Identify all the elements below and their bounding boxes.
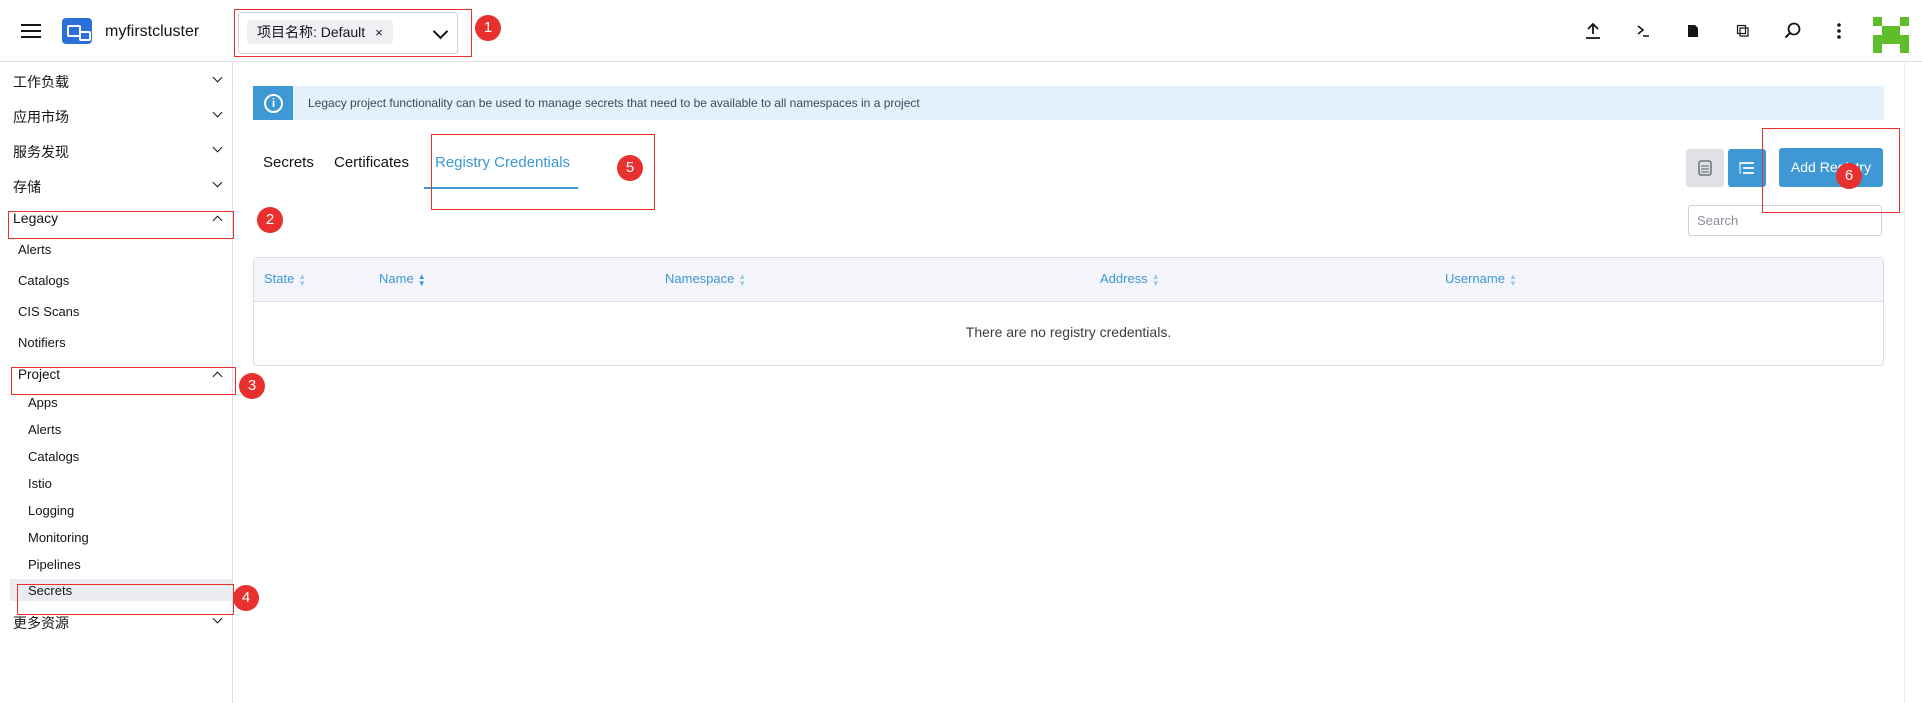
column-name-label: Name — [379, 271, 414, 286]
annotation-badge: 1 — [475, 15, 501, 41]
search-icon[interactable] — [1782, 20, 1804, 42]
grouped-view-button[interactable] — [1728, 149, 1766, 187]
chevron-down-icon[interactable] — [212, 72, 223, 83]
namespace-filter[interactable]: 项目名称: Default × — [238, 12, 458, 54]
sidebar-item-pipelines[interactable]: Pipelines — [28, 557, 81, 572]
annotation-badge: 2 — [257, 207, 283, 233]
search-input[interactable] — [1688, 205, 1882, 236]
sidebar-item-monitoring[interactable]: Monitoring — [28, 530, 89, 545]
info-banner: i Legacy project functionality can be us… — [253, 86, 1884, 120]
table-empty-message: There are no registry credentials. — [965, 324, 1172, 340]
tab-secrets[interactable]: Secrets — [263, 154, 314, 171]
copy-icon[interactable] — [1732, 20, 1754, 42]
registry-credentials-table: State ▲ ▼ Name ▲ ▼ Namespace ▲ ▼ Address ▲ ▼ Use… — [253, 257, 1884, 366]
flat-view-button[interactable] — [1686, 149, 1724, 187]
chip-remove-icon[interactable]: × — [375, 25, 383, 40]
sidebar-item-logging[interactable]: Logging — [28, 503, 74, 518]
column-header-namespace[interactable]: Namespace ▲ ▼ — [665, 271, 746, 287]
nav-group-more-resources[interactable]: 更多资源 — [13, 613, 69, 633]
nav-group-legacy[interactable]: Legacy — [13, 210, 58, 226]
namespace-chip-label: 项目名称: Default — [257, 24, 366, 40]
column-namespace-label: Namespace — [665, 271, 735, 286]
active-tab-indicator — [424, 187, 578, 189]
sidebar-item-alerts[interactable]: Alerts — [18, 242, 51, 257]
menu-icon[interactable] — [21, 24, 41, 38]
chevron-down-icon[interactable] — [212, 142, 223, 153]
nav-group-service-discovery[interactable]: 服务发现 — [13, 142, 69, 162]
cluster-logo-icon — [62, 18, 92, 44]
sidebar-item-catalogs[interactable]: Catalogs — [18, 273, 69, 288]
file-icon[interactable] — [1682, 20, 1704, 42]
info-banner-text: Legacy project functionality can be used… — [308, 96, 920, 110]
sort-icon[interactable]: ▲ ▼ — [298, 272, 306, 287]
info-icon: i — [253, 86, 293, 120]
add-registry-button[interactable]: Add Registry — [1779, 148, 1883, 187]
annotation-badge: 6 — [1836, 163, 1862, 189]
column-header-name[interactable]: Name ▲ ▼ — [379, 271, 426, 287]
annotation-badge: 5 — [617, 155, 643, 181]
sidebar-item-istio[interactable]: Istio — [28, 476, 52, 491]
sidebar-item-secrets[interactable]: Secrets — [28, 583, 72, 598]
table-header: State ▲ ▼ Name ▲ ▼ Namespace ▲ ▼ Address ▲ ▼ Use… — [254, 258, 1883, 302]
nav-group-app-market[interactable]: 应用市场 — [13, 107, 69, 127]
more-vertical-icon[interactable] — [1828, 20, 1850, 42]
user-avatar[interactable] — [1873, 17, 1909, 53]
scrollbar-track[interactable] — [1904, 62, 1922, 703]
column-header-address[interactable]: Address ▲ ▼ — [1100, 271, 1160, 287]
namespace-chip: 项目名称: Default × — [247, 20, 393, 44]
column-state-label: State — [264, 271, 295, 286]
sort-icon[interactable]: ▲ ▼ — [418, 272, 426, 287]
annotation-badge: 3 — [239, 373, 265, 399]
annotation-badge: 4 — [233, 585, 259, 611]
sidebar: 工作负载 应用市场 服务发现 存储 Legacy Alerts Catalogs… — [0, 62, 233, 703]
column-header-state[interactable]: State ▲ ▼ — [264, 271, 306, 287]
sidebar-item-project-alerts[interactable]: Alerts — [28, 422, 61, 437]
terminal-icon[interactable] — [1632, 20, 1654, 42]
nav-group-storage[interactable]: 存储 — [13, 177, 41, 197]
tab-registry-credentials[interactable]: Registry Credentials — [435, 154, 570, 171]
column-address-label: Address — [1100, 271, 1148, 286]
list-tree-icon — [1739, 162, 1754, 174]
column-username-label: Username — [1445, 271, 1505, 286]
sort-icon[interactable]: ▲ ▼ — [738, 272, 746, 287]
chevron-down-icon[interactable] — [212, 107, 223, 118]
column-header-username[interactable]: Username ▲ ▼ — [1445, 271, 1517, 287]
nav-group-project[interactable]: Project — [18, 367, 60, 382]
upload-icon[interactable] — [1582, 20, 1604, 42]
top-header: myfirstcluster 项目名称: Default × — [0, 0, 1922, 62]
chevron-up-icon[interactable] — [212, 215, 223, 226]
tab-certificates[interactable]: Certificates — [334, 154, 409, 171]
chevron-up-icon[interactable] — [212, 371, 223, 382]
sidebar-item-apps[interactable]: Apps — [28, 395, 58, 410]
chevron-down-icon[interactable] — [212, 613, 223, 624]
chevron-down-icon[interactable] — [432, 23, 449, 40]
list-flat-icon — [1698, 160, 1712, 176]
sort-icon[interactable]: ▲ ▼ — [1152, 272, 1160, 287]
sort-icon[interactable]: ▲ ▼ — [1509, 272, 1517, 287]
sidebar-item-cis-scans[interactable]: CIS Scans — [18, 304, 79, 319]
sidebar-item-project-catalogs[interactable]: Catalogs — [28, 449, 79, 464]
cluster-name: myfirstcluster — [105, 23, 200, 40]
sidebar-item-notifiers[interactable]: Notifiers — [18, 335, 66, 350]
chevron-down-icon[interactable] — [212, 177, 223, 188]
nav-group-workloads[interactable]: 工作负载 — [13, 72, 69, 92]
